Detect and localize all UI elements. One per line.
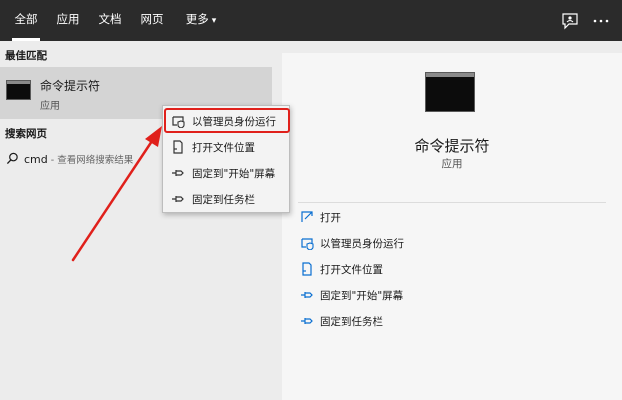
feedback-icon[interactable] xyxy=(560,11,580,31)
menu-item-label: 固定到"开始"屏幕 xyxy=(192,167,276,180)
menu-item-run-as-admin[interactable]: 以管理员身份运行 xyxy=(163,109,289,133)
action-run-as-admin[interactable]: 以管理员身份运行 xyxy=(300,234,404,252)
tab-more[interactable]: 更多 ▾ xyxy=(177,0,225,41)
pin-icon xyxy=(301,292,313,298)
command-prompt-icon xyxy=(425,72,475,112)
pin-icon xyxy=(301,318,313,324)
pin-icon xyxy=(172,170,184,176)
action-label: 打开 xyxy=(320,211,341,224)
tab-label: 全部 xyxy=(14,12,38,26)
tab-label: 文档 xyxy=(98,12,122,26)
tab-label: 更多 xyxy=(185,12,209,26)
open-icon xyxy=(301,211,313,222)
action-pin-to-start[interactable]: 固定到"开始"屏幕 xyxy=(300,286,403,304)
action-pin-to-taskbar[interactable]: 固定到任务栏 xyxy=(300,312,383,330)
ellipsis-icon[interactable] xyxy=(591,11,611,31)
file-location-icon xyxy=(173,140,183,154)
preview-title: 命令提示符 xyxy=(414,137,490,155)
context-menu: 以管理员身份运行 打开文件位置 固定到"开始"屏幕 固定到任务栏 xyxy=(162,105,290,213)
chevron-down-icon: ▾ xyxy=(211,16,217,26)
action-label: 固定到"开始"屏幕 xyxy=(320,289,404,302)
tab-web[interactable]: 网页 xyxy=(134,0,170,41)
tab-apps[interactable]: 应用 xyxy=(50,0,86,41)
web-hint: - 查看网络搜索结果 xyxy=(47,155,134,166)
best-match-heading: 最佳匹配 xyxy=(5,50,47,62)
action-label: 固定到任务栏 xyxy=(320,315,383,328)
best-match-title: 命令提示符 xyxy=(40,79,101,93)
tab-documents[interactable]: 文档 xyxy=(92,0,128,41)
preview-pane: 命令提示符 应用 打开 以管理员身份运行 打开文件位置 固定到"开始"屏幕 固定… xyxy=(282,53,622,400)
pin-icon xyxy=(172,196,184,202)
menu-item-pin-to-taskbar[interactable]: 固定到任务栏 xyxy=(163,187,289,211)
search-filter-bar: 全部 应用 文档 网页 更多 ▾ xyxy=(0,0,622,41)
tab-label: 网页 xyxy=(140,12,164,26)
menu-item-open-file-location[interactable]: 打开文件位置 xyxy=(163,135,289,159)
divider xyxy=(298,202,606,203)
search-icon xyxy=(6,152,18,165)
menu-item-label: 打开文件位置 xyxy=(192,141,255,154)
shield-run-icon xyxy=(172,116,185,128)
action-label: 打开文件位置 xyxy=(320,263,383,276)
tab-label: 应用 xyxy=(56,12,80,26)
best-match-subtitle: 应用 xyxy=(40,101,60,112)
web-query: cmd xyxy=(24,153,48,166)
menu-item-label: 固定到任务栏 xyxy=(192,193,255,206)
menu-item-label: 以管理员身份运行 xyxy=(192,115,276,128)
shield-run-icon xyxy=(301,238,314,250)
web-search-heading: 搜索网页 xyxy=(5,128,47,140)
action-open[interactable]: 打开 xyxy=(300,208,341,226)
menu-item-pin-to-start[interactable]: 固定到"开始"屏幕 xyxy=(163,161,289,185)
action-label: 以管理员身份运行 xyxy=(320,237,404,250)
action-open-file-location[interactable]: 打开文件位置 xyxy=(300,260,383,278)
tab-all[interactable]: 全部 xyxy=(6,0,46,41)
web-search-item[interactable]: cmd - 查看网络搜索结果 xyxy=(6,152,133,166)
command-prompt-icon xyxy=(6,80,31,100)
file-location-icon xyxy=(302,262,312,276)
preview-subtitle: 应用 xyxy=(441,158,463,170)
